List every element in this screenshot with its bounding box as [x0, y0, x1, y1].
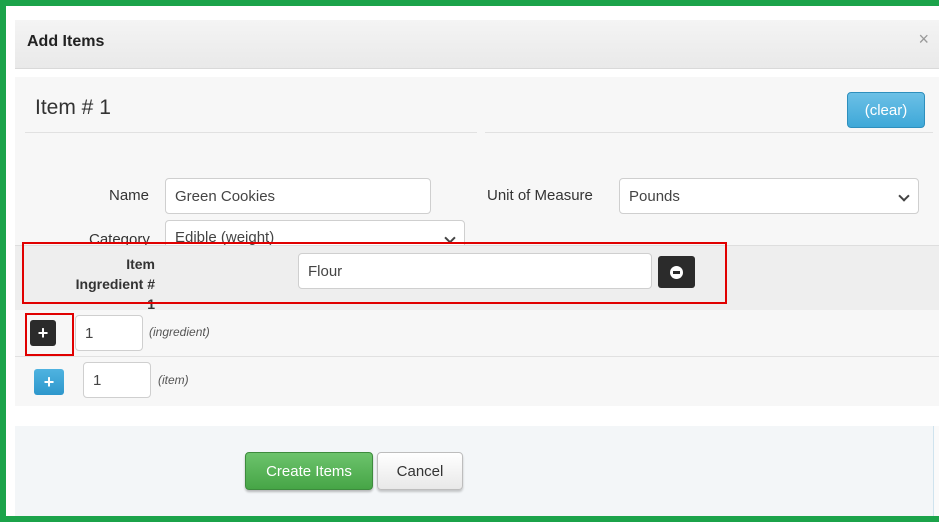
unit-of-measure-label: Unit of Measure	[487, 187, 593, 204]
name-input[interactable]: Green Cookies	[165, 178, 431, 214]
item-count-input[interactable]: 1	[83, 362, 151, 398]
ingredient-highlight-box	[22, 242, 727, 304]
ingredient-count-input[interactable]: 1	[75, 315, 143, 351]
dialog-header: Add Items ×	[15, 20, 939, 69]
add-ingredient-row: + 1 (ingredient)	[15, 310, 939, 357]
item-heading: Item # 1	[35, 96, 111, 119]
divider	[25, 132, 477, 133]
create-items-button[interactable]: Create Items	[245, 452, 373, 490]
clear-button[interactable]: (clear)	[847, 92, 925, 128]
divider	[485, 132, 933, 133]
item-count-value: 1	[93, 371, 102, 389]
item-hint: (item)	[158, 373, 189, 387]
add-item-row: + 1 (item)	[15, 357, 939, 406]
plus-icon: +	[43, 371, 55, 392]
top-band	[6, 6, 939, 20]
footer-separator	[15, 406, 939, 426]
cancel-button[interactable]: Cancel	[377, 452, 463, 490]
unit-of-measure-select[interactable]: Pounds	[619, 178, 919, 214]
dialog-footer: Create Items Cancel	[15, 426, 934, 516]
ingredient-count-value: 1	[85, 324, 94, 342]
header-separator	[15, 69, 939, 77]
name-input-value: Green Cookies	[175, 187, 276, 205]
add-ingredient-highlight-box	[25, 313, 74, 356]
dialog-title: Add Items	[27, 33, 105, 50]
ingredient-hint: (ingredient)	[149, 325, 210, 339]
name-label: Name	[109, 187, 150, 204]
add-item-button[interactable]: +	[34, 369, 64, 395]
unit-of-measure-value: Pounds	[629, 187, 680, 205]
close-icon[interactable]: ×	[918, 29, 929, 50]
